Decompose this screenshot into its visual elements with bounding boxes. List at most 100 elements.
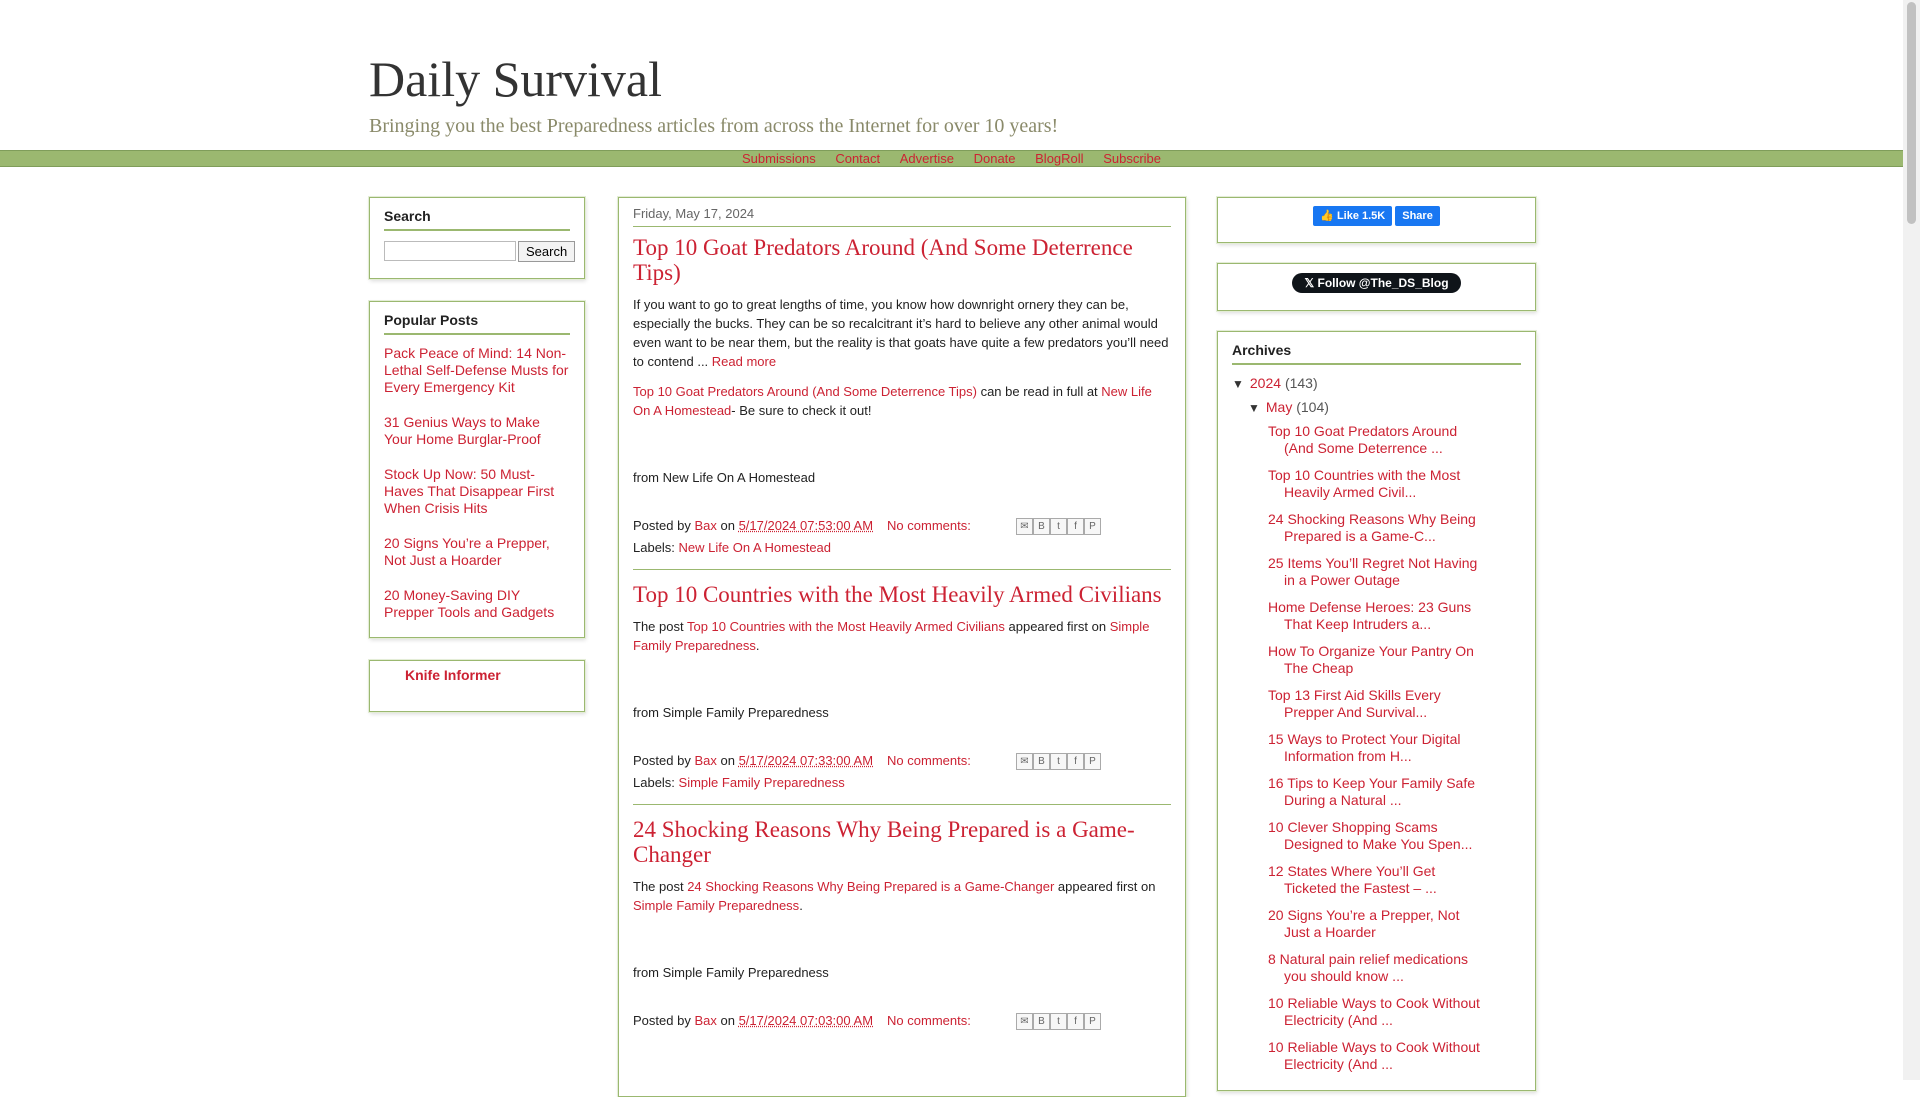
author-link[interactable]: Bax bbox=[694, 1010, 716, 1032]
posted-by-label: Posted by bbox=[633, 518, 691, 533]
knife-informer-link[interactable]: Knife Informer bbox=[384, 667, 570, 683]
search-input[interactable] bbox=[384, 241, 516, 261]
twitter-follow-label: Follow @The_DS_Blog bbox=[1317, 276, 1449, 290]
read-more-link[interactable]: Read more bbox=[712, 354, 776, 369]
post-text: The post bbox=[633, 879, 688, 894]
twitter-share-icon[interactable]: t bbox=[1050, 752, 1067, 770]
comments-link[interactable]: No comments: bbox=[887, 1010, 971, 1032]
archive-post-link[interactable]: 10 Reliable Ways to Cook Without Electri… bbox=[1268, 995, 1484, 1029]
pinterest-share-icon[interactable]: P bbox=[1084, 517, 1101, 535]
archive-post-link[interactable]: Top 13 First Aid Skills Every Prepper An… bbox=[1268, 687, 1484, 721]
share-buttons: ✉ B t f P bbox=[1016, 752, 1101, 770]
comments-link[interactable]: No comments: bbox=[887, 515, 971, 537]
email-share-icon[interactable]: ✉ bbox=[1016, 1012, 1033, 1030]
facebook-share-icon[interactable]: f bbox=[1067, 517, 1084, 535]
page-scrollbar[interactable] bbox=[1903, 0, 1920, 1080]
archive-month-count: (104) bbox=[1296, 399, 1329, 415]
archive-post-link[interactable]: 10 Reliable Ways to Cook Without Electri… bbox=[1268, 1039, 1484, 1073]
archive-post-link[interactable]: Top 10 Countries with the Most Heavily A… bbox=[1268, 467, 1484, 501]
post-text: . bbox=[799, 898, 803, 913]
nav-contact[interactable]: Contact bbox=[835, 151, 880, 166]
site-description: Bringing you the best Preparedness artic… bbox=[369, 115, 1059, 137]
popular-posts-widget: Popular Posts Pack Peace of Mind: 14 Non… bbox=[369, 301, 585, 638]
pinterest-share-icon[interactable]: P bbox=[1084, 1012, 1101, 1030]
archive-post-link[interactable]: 16 Tips to Keep Your Family Safe During … bbox=[1268, 775, 1484, 809]
timestamp-link[interactable]: 5/17/2024 07:33:00 AM bbox=[739, 750, 873, 772]
archives-widget: Archives ▼ 2024 (143) ▼ May (104) Top 10… bbox=[1217, 331, 1536, 1091]
post-text: appeared first on bbox=[1054, 879, 1156, 894]
archive-year-link[interactable]: 2024 bbox=[1250, 375, 1281, 391]
archive-post-link[interactable]: How To Organize Your Pantry On The Cheap bbox=[1268, 643, 1484, 677]
email-share-icon[interactable]: ✉ bbox=[1016, 517, 1033, 535]
facebook-like-label: Like 1.5K bbox=[1336, 210, 1386, 222]
archive-post-link[interactable]: 8 Natural pain relief medications you sh… bbox=[1268, 951, 1484, 985]
facebook-like-button[interactable]: 👍 Like 1.5K bbox=[1313, 206, 1393, 226]
share-buttons: ✉ B t f P bbox=[1016, 517, 1101, 535]
nav-donate[interactable]: Donate bbox=[974, 151, 1016, 166]
archive-post-link[interactable]: Top 10 Goat Predators Around (And Some D… bbox=[1268, 423, 1484, 457]
label-link[interactable]: New Life On A Homestead bbox=[679, 540, 831, 555]
archive-post-link[interactable]: Home Defense Heroes: 23 Guns That Keep I… bbox=[1268, 599, 1484, 633]
post-title[interactable]: Top 10 Countries with the Most Heavily A… bbox=[633, 582, 1171, 607]
source-link[interactable]: Simple Family Preparedness bbox=[633, 898, 799, 913]
post-title-link[interactable]: Top 10 Countries with the Most Heavily A… bbox=[687, 619, 1005, 634]
facebook-widget: 👍 Like 1.5K Share bbox=[1217, 197, 1536, 243]
popular-post-link[interactable]: Pack Peace of Mind: 14 Non-Lethal Self-D… bbox=[384, 345, 570, 396]
search-widget-title: Search bbox=[384, 208, 570, 231]
on-label: on bbox=[720, 753, 735, 768]
on-label: on bbox=[720, 1013, 735, 1028]
archive-year-row: ▼ 2024 (143) bbox=[1232, 375, 1521, 393]
search-button[interactable]: Search bbox=[518, 241, 576, 262]
scrollbar-thumb[interactable] bbox=[1907, 2, 1916, 224]
post-labels: Labels: New Life On A Homestead bbox=[633, 537, 1171, 559]
timestamp-link[interactable]: 5/17/2024 07:53:00 AM bbox=[739, 515, 873, 537]
popular-post-link[interactable]: Stock Up Now: 50 Must-Haves That Disappe… bbox=[384, 466, 570, 517]
label-link[interactable]: Simple Family Preparedness bbox=[679, 775, 845, 790]
expand-triangle-icon[interactable]: ▼ bbox=[1232, 376, 1246, 393]
post-text: appeared first on bbox=[1004, 619, 1110, 634]
facebook-share-icon[interactable]: f bbox=[1067, 1012, 1084, 1030]
popular-post-link[interactable]: 20 Money-Saving DIY Prepper Tools and Ga… bbox=[384, 587, 570, 621]
timestamp-link[interactable]: 5/17/2024 07:03:00 AM bbox=[739, 1010, 873, 1032]
twitter-share-icon[interactable]: t bbox=[1050, 517, 1067, 535]
popular-post-link[interactable]: 31 Genius Ways to Make Your Home Burglar… bbox=[384, 414, 570, 448]
post: Top 10 Countries with the Most Heavily A… bbox=[633, 582, 1171, 794]
nav-subscribe[interactable]: Subscribe bbox=[1103, 151, 1161, 166]
post-title[interactable]: Top 10 Goat Predators Around (And Some D… bbox=[633, 235, 1171, 285]
post-title[interactable]: 24 Shocking Reasons Why Being Prepared i… bbox=[633, 817, 1171, 867]
facebook-share-button[interactable]: Share bbox=[1395, 206, 1440, 226]
knife-informer-widget: Knife Informer bbox=[369, 660, 585, 712]
archive-month-link[interactable]: May bbox=[1266, 399, 1292, 415]
twitter-follow-button[interactable]: 𝕏 Follow @The_DS_Blog bbox=[1292, 273, 1461, 293]
share-buttons: ✉ B t f P bbox=[1016, 1012, 1101, 1030]
archive-post-link[interactable]: 25 Items You’ll Regret Not Having in a P… bbox=[1268, 555, 1484, 589]
author-link[interactable]: Bax bbox=[694, 750, 716, 772]
nav-advertise[interactable]: Advertise bbox=[900, 151, 954, 166]
email-share-icon[interactable]: ✉ bbox=[1016, 752, 1033, 770]
archive-post-link[interactable]: 15 Ways to Protect Your Digital Informat… bbox=[1268, 731, 1484, 765]
author-link[interactable]: Bax bbox=[694, 515, 716, 537]
pinterest-share-icon[interactable]: P bbox=[1084, 752, 1101, 770]
post-text: can be read in full at bbox=[976, 384, 1102, 399]
archive-post-link[interactable]: 10 Clever Shopping Scams Designed to Mak… bbox=[1268, 819, 1484, 853]
archive-post-link[interactable]: 24 Shocking Reasons Why Being Prepared i… bbox=[1268, 511, 1484, 545]
post-title-link[interactable]: 24 Shocking Reasons Why Being Prepared i… bbox=[687, 879, 1054, 894]
main-posts: Friday, May 17, 2024 Top 10 Goat Predato… bbox=[618, 197, 1186, 1097]
site-title[interactable]: Daily Survival bbox=[369, 48, 1058, 110]
facebook-share-icon[interactable]: f bbox=[1067, 752, 1084, 770]
post-labels: Labels: Simple Family Preparedness bbox=[633, 772, 1171, 794]
twitter-share-icon[interactable]: t bbox=[1050, 1012, 1067, 1030]
blogger-share-icon[interactable]: B bbox=[1033, 752, 1050, 770]
archive-post-link[interactable]: 20 Signs You’re a Prepper, Not Just a Ho… bbox=[1268, 907, 1484, 941]
post-title-link[interactable]: Top 10 Goat Predators Around (And Some D… bbox=[633, 384, 977, 399]
popular-post-link[interactable]: 20 Signs You’re a Prepper, Not Just a Ho… bbox=[384, 535, 570, 569]
archive-post-link[interactable]: 12 States Where You’ll Get Ticketed the … bbox=[1268, 863, 1484, 897]
nav-blogroll[interactable]: BlogRoll bbox=[1035, 151, 1083, 166]
expand-triangle-icon[interactable]: ▼ bbox=[1248, 400, 1262, 417]
blogger-share-icon[interactable]: B bbox=[1033, 517, 1050, 535]
blogger-share-icon[interactable]: B bbox=[1033, 1012, 1050, 1030]
comments-link[interactable]: No comments: bbox=[887, 750, 971, 772]
popular-posts-title: Popular Posts bbox=[384, 312, 570, 335]
post-source: from Simple Family Preparedness bbox=[633, 965, 829, 980]
nav-submissions[interactable]: Submissions bbox=[742, 151, 816, 166]
